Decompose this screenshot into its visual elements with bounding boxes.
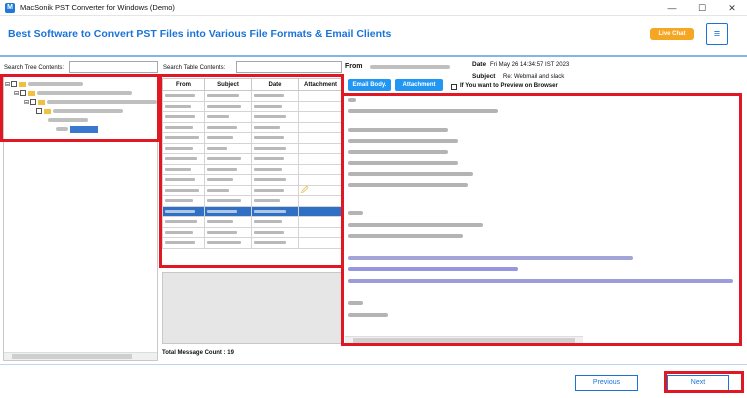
email-body-button[interactable]: Email Body. [348,79,391,91]
previous-button[interactable]: Previous [575,375,638,391]
subject-label: Subject [472,73,496,80]
tree-search-input[interactable] [69,61,158,73]
highlight-table [159,74,344,268]
highlight-next [664,371,744,393]
highlight-tree [0,74,160,142]
maximize-button[interactable]: ☐ [687,0,717,16]
preview-browser-label: If You want to Preview on Browser [460,83,558,89]
banner-heading: Best Software to Convert PST Files into … [8,28,392,40]
title-bar: M MacSonik PST Converter for Windows (De… [0,0,747,16]
from-value [370,65,450,69]
table-search-label: Search Table Contents: [163,65,226,71]
live-chat-button[interactable]: Live Chat [650,28,694,40]
menu-icon[interactable]: ≡ [706,23,728,45]
preview-browser-checkbox[interactable] [451,84,457,90]
attachment-button[interactable]: Attachment [395,79,443,91]
date-label: Date [472,61,487,68]
highlight-preview [341,93,742,346]
close-button[interactable]: ✕ [717,0,747,16]
app-icon: M [5,2,15,13]
subject-value: Re: Webmail and slack [503,74,565,80]
from-label: From [345,63,363,70]
header-banner: Best Software to Convert PST Files into … [0,17,747,57]
footer-bar: Previous Next [0,364,747,398]
date-value: Fri May 26 14:34:57 IST 2023 [490,62,570,68]
tree-search-label: Search Tree Contents: [4,65,65,71]
table-search-input[interactable] [236,61,342,73]
total-message-count: Total Message Count : 19 [162,350,234,356]
minimize-button[interactable]: — [657,0,687,16]
window-title: MacSonik PST Converter for Windows (Demo… [20,3,175,12]
tree-scrollbar[interactable] [4,352,157,360]
table-empty-area [162,272,342,344]
